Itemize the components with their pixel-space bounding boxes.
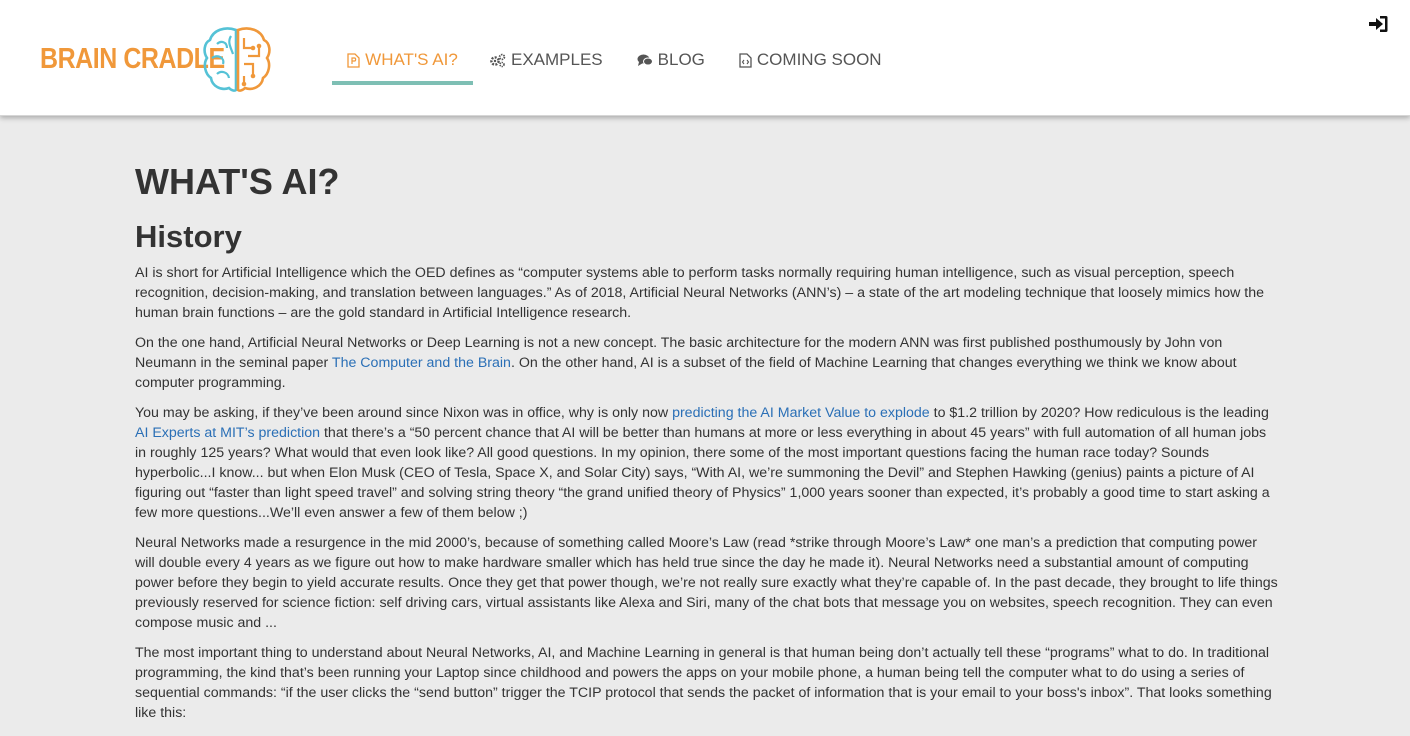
nav-blog[interactable]: BLOG [623,40,719,80]
nav-label: WHAT'S AI? [365,50,458,69]
gears-icon [489,53,506,68]
nav-label: EXAMPLES [511,50,603,69]
section-title-history: History [135,219,242,254]
paragraph-intro: AI is short for Artificial Intelligence … [135,265,1265,321]
nav-examples[interactable]: EXAMPLES [475,40,617,80]
paragraph-ai-market: You may be asking, if they’ve been aroun… [135,405,1270,521]
code-file-icon [739,52,752,68]
link-mit-prediction[interactable]: AI Experts at MIT’s prediction [135,425,320,441]
main-nav: WHAT'S AI? EXAMPLES BLOG COMING SOON [332,40,896,85]
nav-label: COMING SOON [756,50,882,69]
paragraph-ann-history: On the one hand, Artificial Neural Netwo… [135,335,1237,391]
nav-coming-soon[interactable]: COMING SOON [725,40,896,80]
comments-icon [637,53,653,67]
article-body: AI is short for Artificial Intelligence … [135,263,1280,733]
brain-icon [203,27,271,92]
nav-whats-ai[interactable]: WHAT'S AI? [332,40,473,85]
document-icon [347,52,360,68]
brand-logo-link[interactable]: BRAIN CRADLE [40,24,271,94]
paragraph-programming: The most important thing to understand a… [135,645,1272,721]
sign-in-icon[interactable] [1368,15,1388,33]
paragraph-neural-networks: Neural Networks made a resurgence in the… [135,535,1278,631]
link-ai-market-value[interactable]: predicting the AI Market Value to explod… [672,405,930,421]
nav-label: BLOG [657,50,705,69]
navbar: BRAIN CRADLE WHAT'S AI? EXAMPLES BLOG CO… [0,0,1410,116]
link-computer-and-brain[interactable]: The Computer and the Brain [332,355,511,371]
page-title: WHAT'S AI? [135,161,340,202]
brand-name: BRAIN CRADLE [40,42,225,75]
